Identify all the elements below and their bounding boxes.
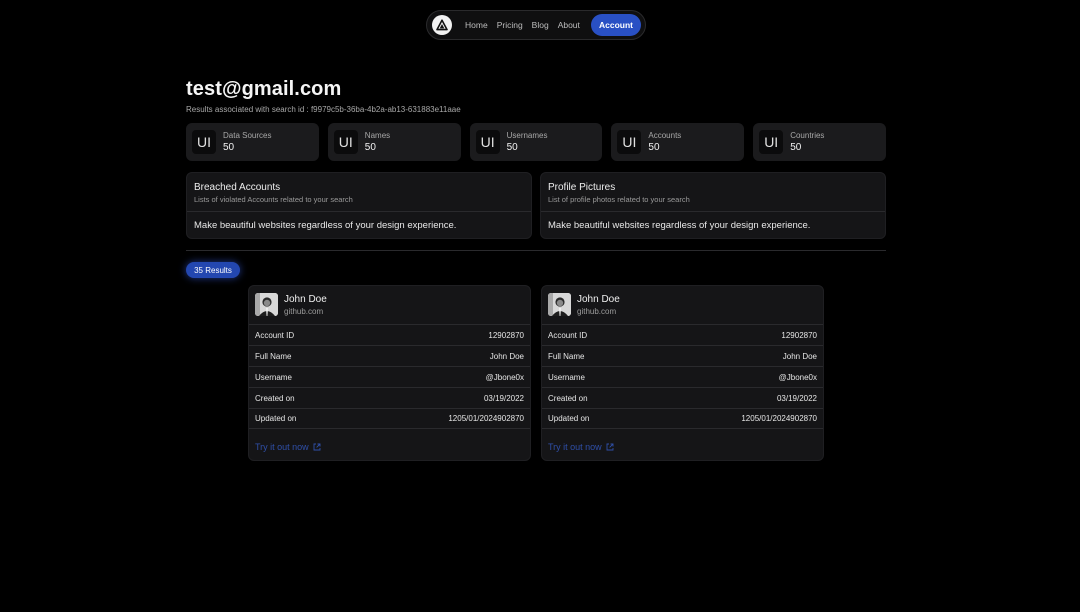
- detail-row: Created on 03/19/2022: [542, 387, 823, 408]
- ui-icon: UI: [192, 130, 216, 154]
- detail-value: 03/19/2022: [776, 393, 817, 403]
- try-it-out-label: Try it out now: [548, 442, 602, 452]
- nav-link-home[interactable]: Home: [465, 20, 488, 30]
- avatar: [255, 293, 278, 316]
- try-it-out-link[interactable]: Try it out now: [548, 442, 614, 452]
- triangle-logo-icon[interactable]: [432, 15, 452, 35]
- results-count-badge: 35 Results: [186, 262, 240, 278]
- detail-value: 12902870: [488, 330, 524, 340]
- detail-label: Updated on: [255, 414, 297, 423]
- external-link-icon: [313, 443, 321, 451]
- ui-icon: UI: [617, 130, 642, 154]
- stat-card-accounts: UI Accounts 50: [611, 123, 745, 161]
- detail-value: @Jbone0x: [485, 372, 524, 382]
- nav-link-about[interactable]: About: [558, 20, 580, 30]
- result-card: John Doe github.com Account ID 12902870 …: [248, 285, 531, 461]
- result-site: github.com: [284, 307, 324, 316]
- detail-row: Full Name John Doe: [542, 345, 823, 366]
- detail-value: @Jbone0x: [778, 372, 817, 382]
- breached-accounts-panel[interactable]: Breached Accounts Lists of violated Acco…: [186, 172, 532, 239]
- stat-card-data-sources: UI Data Sources 50: [186, 123, 319, 161]
- stat-value: 50: [790, 141, 802, 153]
- try-it-out-label: Try it out now: [255, 442, 309, 452]
- detail-value: 03/19/2022: [483, 393, 524, 403]
- top-nav: Home Pricing Blog About Account: [426, 10, 646, 40]
- detail-value: 1205/01/2024902870: [741, 414, 817, 423]
- stat-value: 50: [223, 141, 235, 153]
- detail-label: Username: [548, 372, 585, 382]
- stat-card-usernames: UI Usernames 50: [469, 123, 603, 161]
- account-button[interactable]: Account: [591, 14, 641, 36]
- detail-row: Updated on 1205/01/2024902870: [542, 408, 823, 429]
- detail-list: Account ID 12902870 Full Name John Doe U…: [249, 324, 530, 429]
- detail-label: Full Name: [548, 351, 585, 361]
- detail-row: Username @Jbone0x: [249, 366, 530, 387]
- stat-label: Accounts: [648, 130, 682, 140]
- detail-label: Account ID: [255, 330, 295, 340]
- detail-list: Account ID 12902870 Full Name John Doe U…: [542, 324, 823, 429]
- profile-pictures-panel[interactable]: Profile Pictures List of profile photos …: [540, 172, 886, 239]
- result-site: github.com: [577, 307, 617, 316]
- detail-label: Full Name: [255, 351, 292, 361]
- detail-label: Account ID: [548, 330, 588, 340]
- detail-value: 12902870: [781, 330, 817, 340]
- detail-row: Username @Jbone0x: [542, 366, 823, 387]
- stats-row: UI Data Sources 50 UI Names 50 UI Userna…: [186, 123, 886, 161]
- detail-row: Full Name John Doe: [249, 345, 530, 366]
- search-id-subtitle: Results associated with search id : f997…: [186, 105, 461, 114]
- ui-icon: UI: [475, 130, 500, 154]
- detail-value: 1205/01/2024902870: [448, 414, 524, 423]
- avatar: [548, 293, 571, 316]
- stat-label: Names: [364, 130, 391, 140]
- detail-label: Created on: [548, 393, 588, 403]
- detail-label: Updated on: [548, 414, 590, 423]
- detail-row: Updated on 1205/01/2024902870: [249, 408, 530, 429]
- detail-row: Created on 03/19/2022: [249, 387, 530, 408]
- detail-value: John Doe: [782, 351, 817, 361]
- stat-value: 50: [364, 141, 376, 153]
- try-it-out-link[interactable]: Try it out now: [255, 442, 321, 452]
- divider: [187, 211, 531, 212]
- stat-label: Countries: [790, 130, 825, 140]
- detail-label: Created on: [255, 393, 295, 403]
- nav-link-blog[interactable]: Blog: [532, 20, 549, 30]
- divider: [541, 211, 885, 212]
- stat-label: Data Sources: [223, 130, 272, 140]
- panel-title: Breached Accounts: [194, 182, 281, 193]
- stat-card-countries: UI Countries 50: [753, 123, 886, 161]
- page-title: test@gmail.com: [186, 78, 342, 100]
- ui-icon: UI: [759, 130, 784, 154]
- detail-row: Account ID 12902870: [249, 324, 530, 345]
- result-name: John Doe: [284, 294, 327, 305]
- section-divider: [186, 250, 886, 251]
- detail-row: Account ID 12902870: [542, 324, 823, 345]
- stat-label: Usernames: [506, 130, 548, 140]
- detail-label: Username: [255, 372, 292, 382]
- stat-card-names: UI Names 50: [327, 123, 461, 161]
- panel-title: Profile Pictures: [548, 182, 616, 193]
- panel-subtitle: Lists of violated Accounts related to yo…: [194, 195, 353, 204]
- detail-value: John Doe: [489, 351, 524, 361]
- external-link-icon: [606, 443, 614, 451]
- ui-icon: UI: [333, 130, 358, 154]
- panel-subtitle: List of profile photos related to your s…: [548, 195, 690, 204]
- stat-value: 50: [648, 141, 660, 153]
- panel-body: Make beautiful websites regardless of yo…: [194, 220, 457, 231]
- panel-body: Make beautiful websites regardless of yo…: [548, 220, 811, 231]
- result-card: John Doe github.com Account ID 12902870 …: [541, 285, 824, 461]
- nav-link-pricing[interactable]: Pricing: [497, 20, 523, 30]
- stat-value: 50: [506, 141, 518, 153]
- result-name: John Doe: [577, 294, 620, 305]
